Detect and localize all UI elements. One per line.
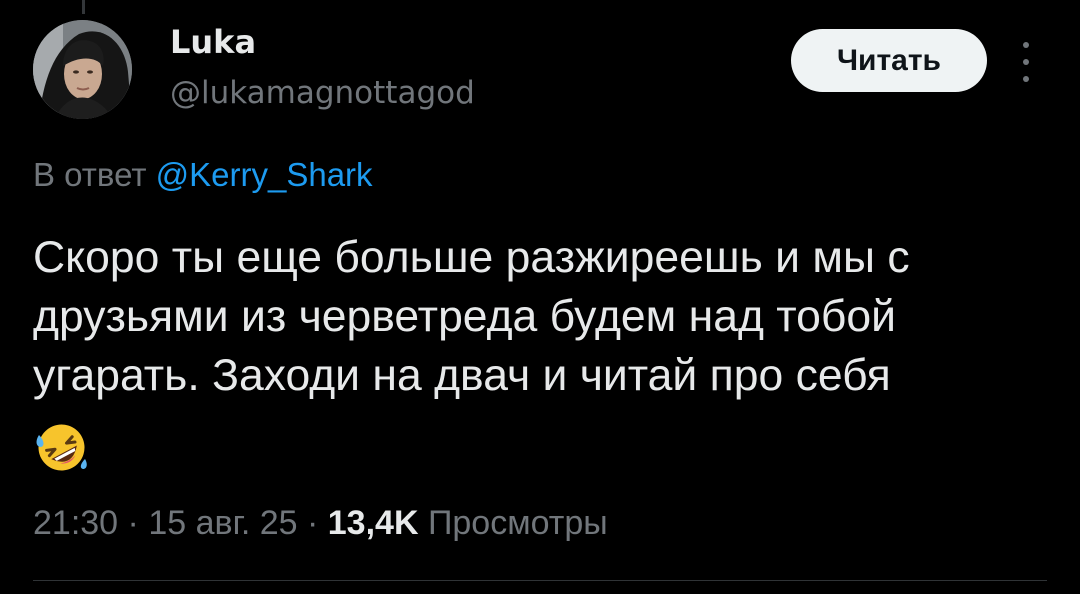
more-vertical-icon[interactable] xyxy=(1016,42,1036,82)
reply-prefix: В ответ xyxy=(33,156,147,193)
divider xyxy=(33,580,1047,581)
avatar[interactable] xyxy=(33,20,132,119)
avatar-photo xyxy=(33,20,132,119)
views-count: 13,4K xyxy=(327,504,419,542)
meta-separator: · xyxy=(127,504,139,542)
author-display-name[interactable]: Luka xyxy=(170,20,256,64)
more-icon-dot xyxy=(1023,42,1029,48)
tweet-meta: 21:30 · 15 авг. 25 · 13,4K Просмотры xyxy=(33,500,608,546)
more-icon-dot xyxy=(1023,59,1029,65)
thread-connector-line xyxy=(82,0,85,14)
author-handle[interactable]: @lukamagnottagod xyxy=(170,72,475,114)
meta-separator: · xyxy=(306,504,319,542)
views-label: Просмотры xyxy=(427,504,608,542)
tweet-date[interactable]: 15 авг. 25 xyxy=(148,504,297,542)
follow-button[interactable]: Читать xyxy=(791,29,987,92)
rolling-on-floor-laughing-emoji xyxy=(33,419,90,476)
reply-mention-link[interactable]: @Kerry_Shark xyxy=(156,156,373,193)
tweet-time[interactable]: 21:30 xyxy=(33,504,118,542)
reply-context: В ответ @Kerry_Shark xyxy=(33,153,373,197)
tweet-text: Скоро ты еще больше разжиреешь и мы с др… xyxy=(33,233,910,400)
more-icon-dot xyxy=(1023,76,1029,82)
